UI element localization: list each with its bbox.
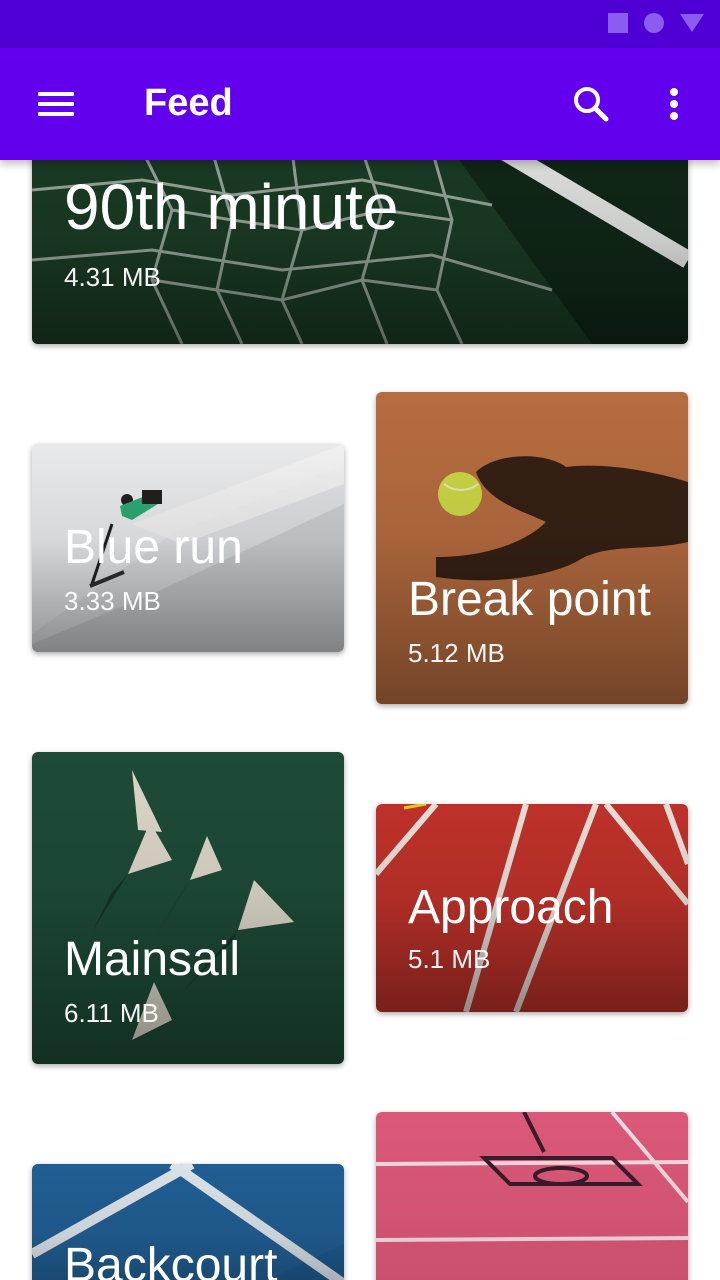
feed-card-break-point[interactable]: Break point 5.12 MB [376, 392, 688, 704]
feed-card-90th-minute[interactable]: 90th minute 4.31 MB [32, 160, 688, 344]
card-size: 4.31 MB [64, 262, 161, 292]
feed-card-approach[interactable]: Approach 5.1 MB [376, 804, 688, 1012]
card-title: Backcourt [64, 1239, 278, 1280]
triangle-icon [680, 14, 704, 32]
card-title: Blue run [64, 521, 243, 574]
more-vert-icon[interactable] [652, 78, 700, 130]
card-shade [376, 1112, 688, 1280]
feed-card-basketball[interactable] [376, 1112, 688, 1280]
feed-card-blue-run[interactable]: Blue run 3.33 MB [32, 444, 344, 652]
card-size: 5.12 MB [408, 638, 505, 668]
feed-card-backcourt[interactable]: Backcourt [32, 1164, 344, 1280]
card-size: 5.1 MB [408, 944, 491, 974]
card-title: Mainsail [64, 933, 241, 986]
feed-grid: 90th minute 4.31 MB Blue run 3.33 MB Bre… [0, 160, 720, 1280]
square-icon [608, 13, 628, 33]
card-title: Break point [408, 573, 651, 626]
search-icon[interactable] [562, 78, 618, 130]
status-bar [0, 0, 720, 48]
card-size: 6.11 MB [64, 998, 159, 1028]
circle-icon [644, 13, 664, 33]
menu-icon[interactable] [24, 80, 88, 128]
status-icons [608, 13, 704, 33]
card-size: 3.33 MB [64, 586, 161, 616]
card-title: Approach [408, 881, 614, 934]
card-title: 90th minute [64, 171, 399, 243]
feed-card-mainsail[interactable]: Mainsail 6.11 MB [32, 752, 344, 1064]
page-title: Feed [144, 82, 233, 124]
app-bar: Feed [0, 48, 720, 160]
